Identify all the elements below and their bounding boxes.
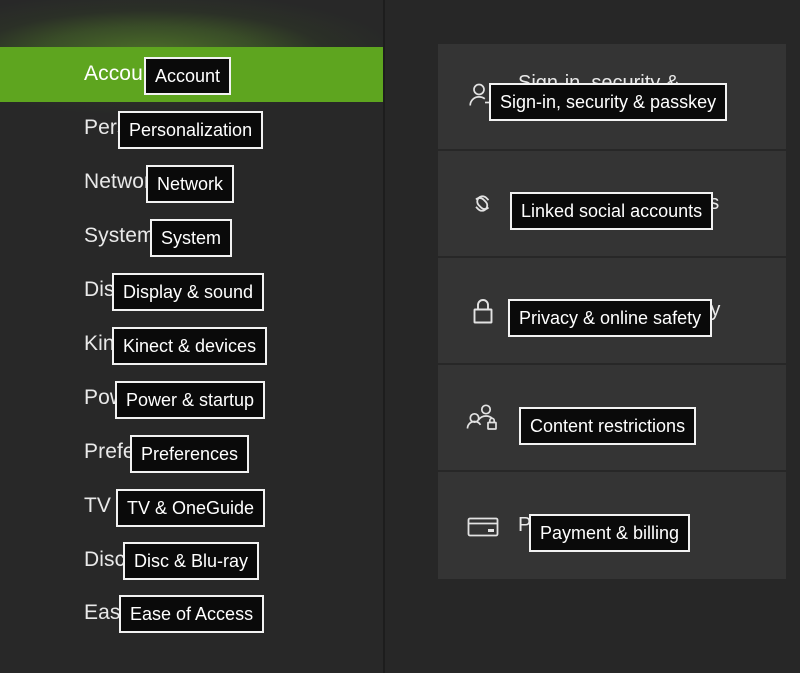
lock-icon bbox=[463, 291, 503, 331]
overlay-label-preferences: Preferences bbox=[130, 435, 250, 473]
overlay-label-payment-billing: Payment & billing bbox=[529, 514, 691, 552]
link-icon bbox=[463, 184, 503, 224]
overlay-label-ease-of-access: Ease of Access bbox=[119, 595, 265, 633]
overlay-label-linked-social-accounts: Linked social accounts bbox=[510, 192, 714, 230]
overlay-label-display-and-sound: Display & sound bbox=[112, 273, 265, 311]
overlay-label-disc-and-blu-ray: Disc & Blu-ray bbox=[123, 542, 260, 580]
settings-screen: Account Personalization Network System D… bbox=[0, 0, 800, 673]
overlay-label-power-and-startup: Power & startup bbox=[115, 381, 266, 419]
overlay-label-account: Account bbox=[144, 57, 232, 95]
overlay-label-network: Network bbox=[146, 165, 235, 203]
sidebar-item-label: System bbox=[84, 224, 155, 247]
overlay-label-kinect-and-devices: Kinect & devices bbox=[112, 327, 268, 365]
overlay-label-system: System bbox=[150, 219, 233, 257]
overlay-label-personalization: Personalization bbox=[118, 111, 264, 149]
overlay-label-tv-and-oneguide: TV & OneGuide bbox=[116, 489, 266, 527]
sidebar-divider bbox=[383, 0, 385, 673]
overlay-label-privacy-online-safety: Privacy & online safety bbox=[508, 299, 713, 337]
overlay-label-sign-in-security-passkey: Sign-in, security & passkey bbox=[489, 83, 728, 121]
people-lock-icon bbox=[463, 398, 503, 438]
credit-card-icon bbox=[463, 506, 503, 546]
overlay-label-content-restrictions: Content restrictions bbox=[519, 407, 697, 445]
